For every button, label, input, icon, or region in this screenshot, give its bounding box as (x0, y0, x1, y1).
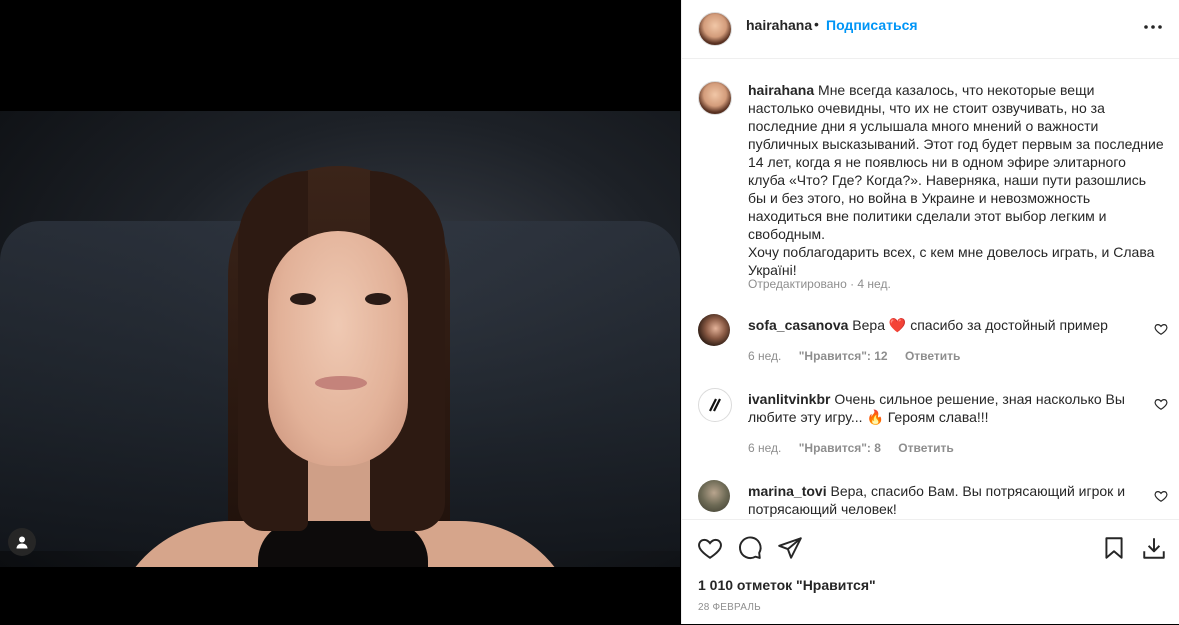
post-media (0, 0, 680, 624)
bookmark-icon[interactable] (1101, 535, 1127, 561)
comment-like-icon[interactable] (1154, 397, 1168, 411)
heart-icon[interactable] (697, 535, 723, 561)
caption-avatar[interactable] (698, 81, 732, 115)
caption-text: hairahana Мне всегда казалось, что некот… (748, 82, 1164, 278)
comment-meta: 6 нед. "Нравится": 8 Ответить (748, 441, 954, 455)
comment-likes-link[interactable]: "Нравится": 12 (799, 349, 888, 363)
logo-icon (709, 398, 721, 412)
comment-likes-link[interactable]: "Нравится": 8 (799, 441, 881, 455)
commenter-avatar[interactable] (698, 388, 732, 422)
comment-meta: 6 нед. "Нравится": 12 Ответить (748, 349, 961, 363)
fire-emoji: 🔥 (866, 409, 884, 425)
post-panel: hairahana • Подписаться hairahana Мне вс… (681, 0, 1179, 624)
download-icon[interactable] (1141, 535, 1167, 561)
separator-dot: • (814, 16, 819, 32)
user-tag-icon[interactable] (8, 528, 36, 556)
comment-like-icon[interactable] (1154, 322, 1168, 336)
caption-meta: Отредактировано · 4 нед. (748, 277, 891, 291)
comments-list[interactable]: hairahana Мне всегда казалось, что некот… (682, 59, 1179, 518)
likes-count[interactable]: 1 010 отметок "Нравится" (698, 577, 876, 593)
post-header: hairahana • Подписаться (682, 0, 1179, 59)
comment-text: marina_tovi Вера, спасибо Вам. Вы потряс… (748, 483, 1126, 517)
commenter-avatar[interactable] (698, 480, 730, 512)
follow-button[interactable]: Подписаться (826, 17, 918, 33)
more-horizontal-icon[interactable] (1142, 18, 1164, 36)
commenter-username[interactable]: marina_tovi (748, 483, 827, 499)
post-actions: 1 010 отметок "Нравится" 28 ФЕВРАЛЬ (682, 519, 1179, 625)
commenter-avatar[interactable] (698, 314, 730, 346)
post-date: 28 ФЕВРАЛЬ (698, 602, 761, 613)
author-avatar[interactable] (698, 12, 732, 46)
share-icon[interactable] (777, 535, 803, 561)
comment-text: ivanlitvinkbr Очень сильное решение, зна… (748, 391, 1125, 425)
comment-text: sofa_casanova Вера ❤️ спасибо за достойн… (748, 317, 1108, 333)
caption-username[interactable]: hairahana (748, 82, 814, 98)
comment-icon[interactable] (737, 535, 763, 561)
heart-emoji: ❤️ (888, 317, 907, 333)
author-username[interactable]: hairahana (746, 17, 812, 33)
commenter-username[interactable]: sofa_casanova (748, 317, 848, 333)
commenter-username[interactable]: ivanlitvinkbr (748, 391, 830, 407)
post-photo[interactable] (0, 111, 680, 567)
reply-button[interactable]: Ответить (905, 349, 960, 363)
comment-like-icon[interactable] (1154, 489, 1168, 503)
reply-button[interactable]: Ответить (898, 441, 953, 455)
